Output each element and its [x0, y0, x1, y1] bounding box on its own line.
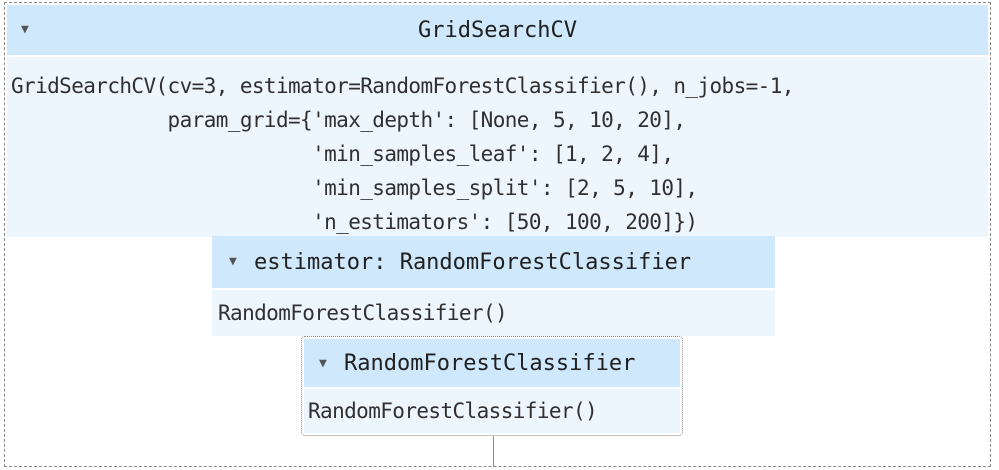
- triangle-down-icon[interactable]: ▼: [319, 356, 327, 371]
- estimator-param-header[interactable]: ▼ estimator: RandomForestClassifier: [212, 236, 775, 288]
- estimator-param-title: estimator: RandomForestClassifier: [254, 250, 692, 275]
- connector-line: [493, 436, 494, 467]
- estimator-param-details: RandomForestClassifier(): [212, 290, 775, 336]
- gridsearchcv-title: GridSearchCV: [418, 18, 577, 43]
- gridsearchcv-header[interactable]: ▼ GridSearchCV: [7, 5, 988, 55]
- estimator-param-repr: RandomForestClassifier(): [218, 301, 508, 325]
- randomforest-title: RandomForestClassifier: [344, 351, 636, 376]
- randomforest-repr: RandomForestClassifier(): [308, 399, 598, 423]
- gridsearchcv-repr: GridSearchCV(cv=3, estimator=RandomFores…: [11, 74, 794, 234]
- triangle-down-icon[interactable]: ▼: [229, 254, 237, 269]
- gridsearchcv-details: GridSearchCV(cv=3, estimator=RandomFores…: [7, 57, 988, 237]
- randomforest-header[interactable]: ▼ RandomForestClassifier: [304, 339, 680, 387]
- randomforest-estimator-box: ▼ RandomForestClassifier RandomForestCla…: [301, 336, 683, 436]
- randomforest-details: RandomForestClassifier(): [304, 389, 680, 433]
